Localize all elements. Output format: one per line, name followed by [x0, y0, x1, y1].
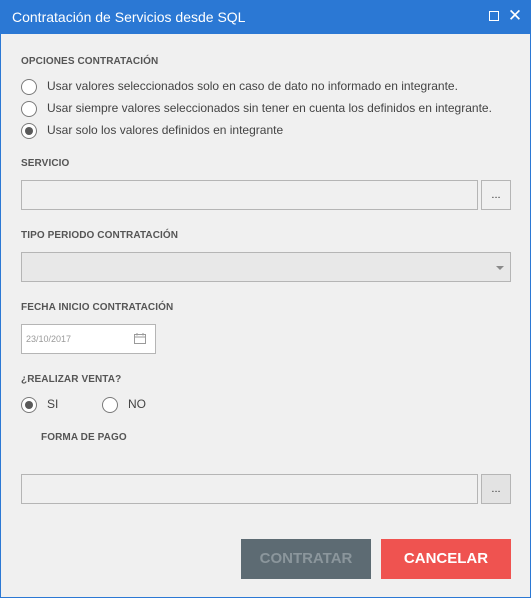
- servicio-label: SERVICIO: [21, 158, 70, 169]
- calendar-icon[interactable]: [134, 333, 146, 344]
- radio-label: Usar solo los valores definidos en integ…: [47, 123, 284, 137]
- radio-label: NO: [128, 397, 146, 411]
- forma-pago-input[interactable]: [21, 474, 478, 504]
- opciones-contratacion-label: OPCIONES CONTRATACIÓN: [21, 56, 159, 67]
- tipo-periodo-select[interactable]: [21, 252, 511, 282]
- fecha-inicio-input[interactable]: 23/10/2017: [21, 324, 156, 354]
- opcion-radio-2[interactable]: Usar siempre valores seleccionados sin t…: [21, 100, 511, 120]
- venta-no-radio[interactable]: NO: [102, 396, 162, 416]
- realizar-venta-label: ¿REALIZAR VENTA?: [21, 374, 122, 385]
- chevron-down-icon: [496, 266, 504, 270]
- radio-label: Usar valores seleccionados solo en caso …: [47, 79, 458, 93]
- venta-si-radio[interactable]: SI: [21, 396, 81, 416]
- servicio-input[interactable]: [21, 180, 478, 210]
- radio-button[interactable]: [102, 397, 118, 413]
- forma-pago-browse-button[interactable]: ...: [481, 474, 511, 504]
- dialog-window: Contratación de Servicios desde SQL ✕ OP…: [0, 0, 531, 598]
- fecha-inicio-value: 23/10/2017: [26, 334, 72, 344]
- radio-label: SI: [47, 397, 59, 411]
- radio-label: Usar siempre valores seleccionados sin t…: [47, 101, 492, 115]
- radio-button-checked[interactable]: [21, 123, 37, 139]
- fecha-inicio-label: FECHA INICIO CONTRATACIÓN: [21, 302, 174, 313]
- radio-button[interactable]: [21, 101, 37, 117]
- opcion-radio-3[interactable]: Usar solo los valores definidos en integ…: [21, 122, 321, 142]
- servicio-browse-button[interactable]: ...: [481, 180, 511, 210]
- tipo-periodo-label: TIPO PERIODO CONTRATACIÓN: [21, 230, 179, 241]
- title-bar[interactable]: Contratación de Servicios desde SQL ✕: [1, 1, 530, 34]
- maximize-icon[interactable]: [486, 8, 502, 24]
- opcion-radio-1[interactable]: Usar valores seleccionados solo en caso …: [21, 78, 491, 98]
- cancelar-button[interactable]: CANCELAR: [381, 539, 511, 579]
- radio-button[interactable]: [21, 79, 37, 95]
- close-icon[interactable]: ✕: [507, 7, 523, 24]
- radio-button-checked[interactable]: [21, 397, 37, 413]
- contratar-button[interactable]: CONTRATAR: [241, 539, 371, 579]
- window-title: Contratación de Servicios desde SQL: [12, 9, 246, 25]
- forma-pago-label: FORMA DE PAGO: [41, 432, 127, 443]
